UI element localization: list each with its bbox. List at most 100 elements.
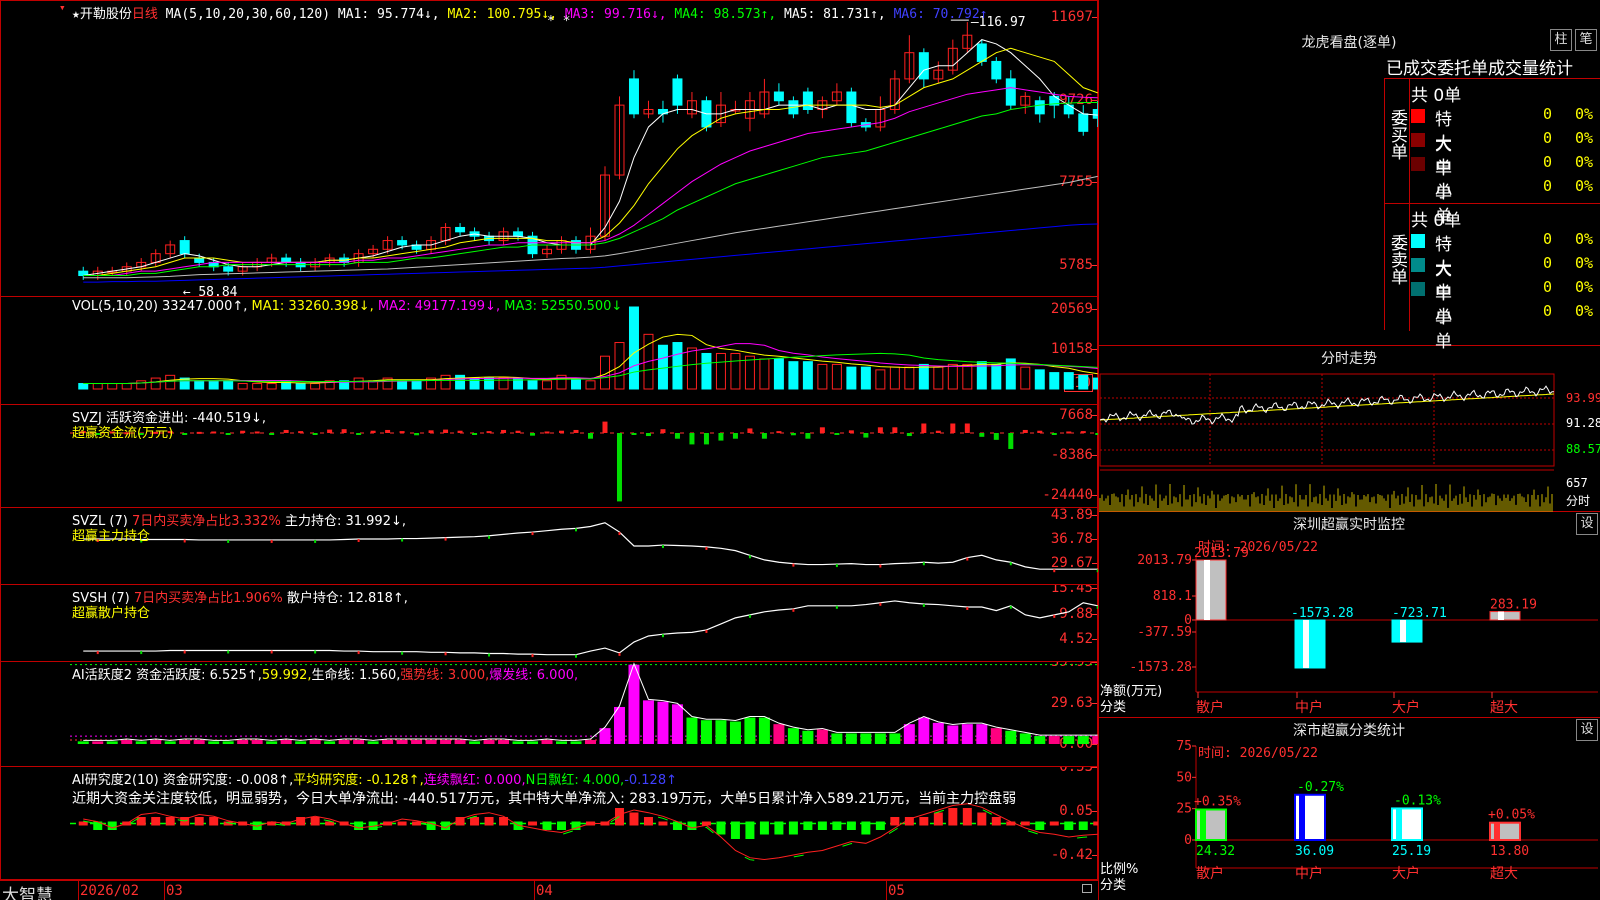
flow-bar	[515, 430, 521, 433]
svzl-panel[interactable]: 43.89 36.78 29.67 SVZL (7) 7日内买卖净占比3.332% …	[0, 507, 1099, 585]
activity-bar	[164, 741, 176, 744]
xaxis-tick	[78, 880, 79, 900]
activity-bar	[758, 717, 770, 744]
research-bar	[354, 821, 364, 830]
volume-bar	[1063, 372, 1074, 390]
activity-bar	[686, 717, 698, 744]
y-tick-label: 25	[1176, 802, 1192, 817]
lhb-row-value: 0	[1543, 230, 1553, 248]
flow-bar	[732, 433, 738, 439]
svsh-sublegend: 超赢散户持仓	[72, 602, 150, 621]
classify-value-label: 25.19	[1392, 844, 1431, 859]
lhb-row-value: 0	[1543, 129, 1553, 147]
flow-bar	[935, 430, 941, 433]
monitor-bar	[1294, 619, 1326, 669]
activity-bar	[309, 740, 321, 744]
volume-bar	[904, 366, 915, 390]
volume-bar	[875, 369, 886, 390]
legend-item: 平均研究度: -0.128↑,	[293, 773, 424, 788]
aiyj-panel[interactable]: 0.53 0.05 -0.42 AI研究度2(10) 资金研究度: -0.008↑,…	[0, 766, 1099, 880]
research-bar	[861, 821, 871, 835]
lhb-row-label: 小单	[1435, 307, 1452, 352]
classify-bar	[1195, 808, 1227, 842]
candle	[672, 78, 683, 106]
flow-bar	[1008, 433, 1014, 449]
legend-item: AI活跃度2 资金活跃度: 6.525↑,	[72, 668, 262, 683]
activity-bar	[585, 740, 596, 744]
legend-item: MA1: 33260.398↓,	[247, 299, 374, 314]
candle	[991, 60, 1002, 80]
right-divider	[1098, 0, 1099, 900]
monitor-bar-rect	[1294, 619, 1326, 669]
vol-ma-line	[83, 343, 1098, 385]
activity-bar	[1048, 736, 1060, 744]
monitor-value-label: 2013.79	[1194, 546, 1249, 561]
aihy-legend: AI活跃度2 资金活跃度: 6.525↑,59.992,生命线: 1.560,强…	[72, 664, 578, 683]
monitor-bar-highlight	[1204, 560, 1210, 620]
kline-panel[interactable]: 11697 9726 7755 5785 —116.97 ← 58.84 * * ★开勒股…	[0, 0, 1099, 297]
activity-bar	[208, 741, 220, 744]
aihy-panel[interactable]: 59.99 29.63 0.00 AI活跃度2 资金活跃度: 6.525↑,59.9…	[0, 661, 1099, 767]
classify-bar	[1391, 807, 1423, 842]
volume-bar	[310, 383, 321, 390]
activity-bar	[353, 740, 365, 744]
volume-bar	[411, 380, 422, 390]
activity-bar	[918, 717, 930, 744]
lhb-tick-button[interactable]: 笔	[1575, 29, 1597, 51]
intraday-frame	[1099, 373, 1555, 467]
research-bar	[643, 817, 653, 826]
volume-bar	[1034, 369, 1045, 390]
category-label: 中户	[1295, 865, 1323, 882]
legend-item: MA2: 49177.199↓,	[373, 299, 501, 314]
svsh-panel[interactable]: 15.45 9.88 4.52 SVSH (7) 7日内买卖净占比1.906% 散户…	[0, 584, 1099, 662]
flow-bar	[602, 421, 608, 433]
activity-bar	[135, 741, 147, 744]
arrow-icon[interactable]: ▾	[59, 1, 66, 14]
volume-bar	[585, 380, 596, 390]
legend-item: N日飘红: 4.000,	[525, 773, 625, 788]
legend-item: 爆发线: 6.000,	[489, 668, 579, 683]
classify-change-label: -0.13%	[1394, 793, 1441, 808]
activity-bar	[1077, 736, 1089, 744]
buy-section: 委买单 共 0单 特大 0 0% 大单 0 0% 中单 0 0% 小单 0 0%	[1385, 79, 1600, 227]
lhb-bar-button[interactable]: 柱	[1550, 29, 1572, 51]
candle	[918, 52, 929, 80]
flow-bar	[530, 433, 536, 436]
sell-side-label: 委卖单	[1387, 234, 1407, 285]
legend-swatch	[1411, 258, 1425, 272]
flow-bar	[674, 433, 680, 439]
lock-icon[interactable]	[1082, 884, 1092, 893]
category-label: 大户	[1392, 699, 1420, 716]
monitor-panel[interactable]: 深圳超赢实时监控 设 时间: 2026/05/22 2013.79 818.1 0-…	[1098, 512, 1600, 718]
legend-item: AI研究度2(10) 资金研究度: -0.008↑,	[72, 773, 294, 788]
xaxis-tick	[886, 880, 887, 900]
volume-bar	[614, 342, 625, 390]
classify-panel[interactable]: 深市超赢分类统计 设 时间: 2026/05/22 75 50 25 0 +0.35% 2…	[1098, 718, 1600, 900]
lhb-row-pct: 0%	[1575, 105, 1594, 123]
volume-bar	[947, 363, 958, 390]
stock-title[interactable]: ★开勒股份	[72, 7, 132, 22]
legend-swatch	[1411, 109, 1425, 123]
sell-section: 委卖单 共 0单 特大 0 0% 大单 0 0% 中单 0 0% 小单 0 0%	[1385, 204, 1600, 352]
intraday-panel[interactable]: 分时走势 93.99 91.28 88.57 657 分时	[1098, 346, 1600, 512]
y-tick-label: -377.59	[1137, 625, 1192, 640]
research-bar	[687, 821, 697, 830]
xaxis-label: 05	[888, 883, 905, 899]
research-bar	[209, 817, 219, 826]
flow-bar	[1066, 431, 1072, 434]
volume-bar	[78, 383, 89, 390]
intraday-svg	[1099, 373, 1555, 512]
flow-bar	[979, 433, 985, 437]
period-label[interactable]: 日线	[132, 7, 158, 22]
lhb-title: 龙虎看盘(逐单)	[1301, 35, 1397, 51]
research-bar	[919, 817, 929, 826]
xaxis-label: 2026/02	[80, 883, 140, 899]
volume-bar	[223, 380, 234, 390]
kline-svg: —116.97← 58.84* *	[78, 14, 1098, 296]
research-bar	[1049, 821, 1059, 826]
kline-chart[interactable]: —116.97 ← 58.84 * *	[70, 1, 1098, 296]
legend-item: 7日内买卖净占比3.332%	[131, 514, 281, 529]
volume-panel[interactable]: 2056910158X10 VOL(5,10,20) 33247.000↑, M…	[0, 296, 1099, 405]
svzj-panel[interactable]: 7668 -8386 -24440 SVZJ 活跃资金进出: -440.519↓, …	[0, 404, 1099, 508]
legend-item: MA4: 98.573↑,	[666, 7, 777, 22]
